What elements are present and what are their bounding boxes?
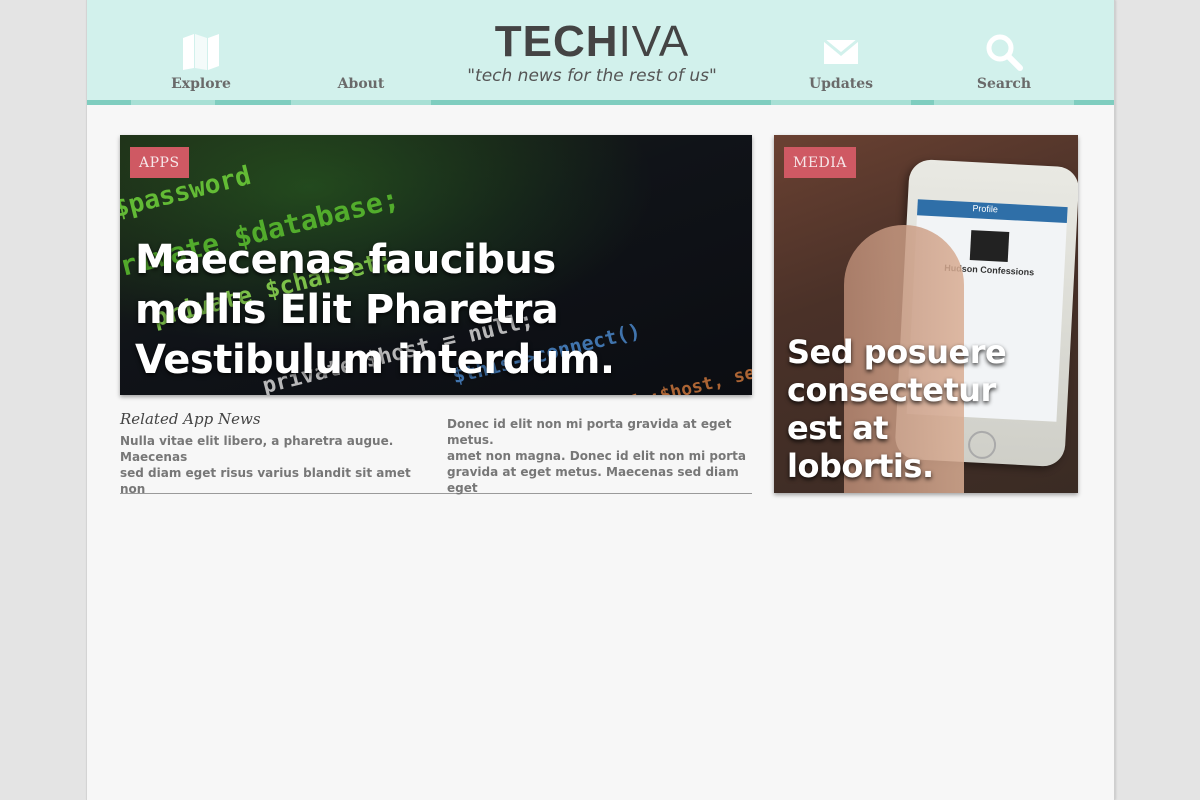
related-snippet-right-1[interactable]: Donec id elit non mi porta gravida at eg… — [447, 416, 757, 448]
search-icon — [986, 34, 1023, 71]
site-header: Explore About TECHIVA "tech news for the… — [87, 0, 1114, 100]
featured-article-card[interactable]: $password private $database; private $char… — [120, 135, 752, 395]
side-article-title[interactable]: Sed posuere consectetur est at lobortis. — [787, 333, 1017, 485]
stripe-segment — [215, 100, 291, 105]
side-article-card[interactable]: Profile Hudson Confessions MEDIA Sed pos… — [774, 135, 1078, 493]
logo-bold: TECH — [494, 17, 619, 66]
related-news: Related App News Nulla vitae elit libero… — [120, 402, 752, 497]
nav-label-about: About — [337, 76, 385, 92]
stripe-segment — [431, 100, 771, 105]
phone-screen-bar: Profile — [917, 199, 1068, 224]
related-heading: Related App News — [120, 410, 261, 428]
nav-label-search: Search — [976, 76, 1032, 92]
nav-search[interactable]: Search — [934, 0, 1074, 100]
phone-account-logo — [969, 230, 1010, 263]
nav-updates[interactable]: Updates — [771, 0, 911, 100]
category-badge-media[interactable]: MEDIA — [784, 147, 856, 178]
nav-label-updates: Updates — [808, 76, 874, 92]
logo-wordmark: TECHIVA — [467, 18, 717, 66]
phone-screen-header: Profile — [972, 203, 999, 215]
envelope-icon — [823, 38, 859, 64]
related-snippet-left-2[interactable]: sed diam eget risus varius blandit sit a… — [120, 465, 430, 497]
tagline: "tech news for the rest of us" — [467, 66, 717, 86]
logo-thin: IVA — [618, 17, 690, 66]
page: Explore About TECHIVA "tech news for the… — [86, 0, 1115, 800]
site-logo[interactable]: TECHIVA "tech news for the rest of us" — [467, 18, 717, 87]
category-badge-apps[interactable]: APPS — [130, 147, 189, 178]
stripe-segment — [911, 100, 934, 105]
related-snippet-left-1[interactable]: Nulla vitae elit libero, a pharetra augu… — [120, 433, 430, 465]
nav-label-explore: Explore — [171, 76, 231, 92]
featured-article-title[interactable]: Maecenas faucibus mollis Elit Pharetra V… — [135, 235, 635, 385]
nav-explore[interactable]: Explore — [131, 0, 271, 100]
nav-about[interactable]: About — [291, 0, 431, 100]
related-snippet-right-2[interactable]: amet non magna. Donec id elit non mi por… — [447, 448, 747, 496]
map-icon — [183, 34, 219, 70]
stripe-segment — [1074, 100, 1114, 105]
stripe-segment — [87, 100, 131, 105]
